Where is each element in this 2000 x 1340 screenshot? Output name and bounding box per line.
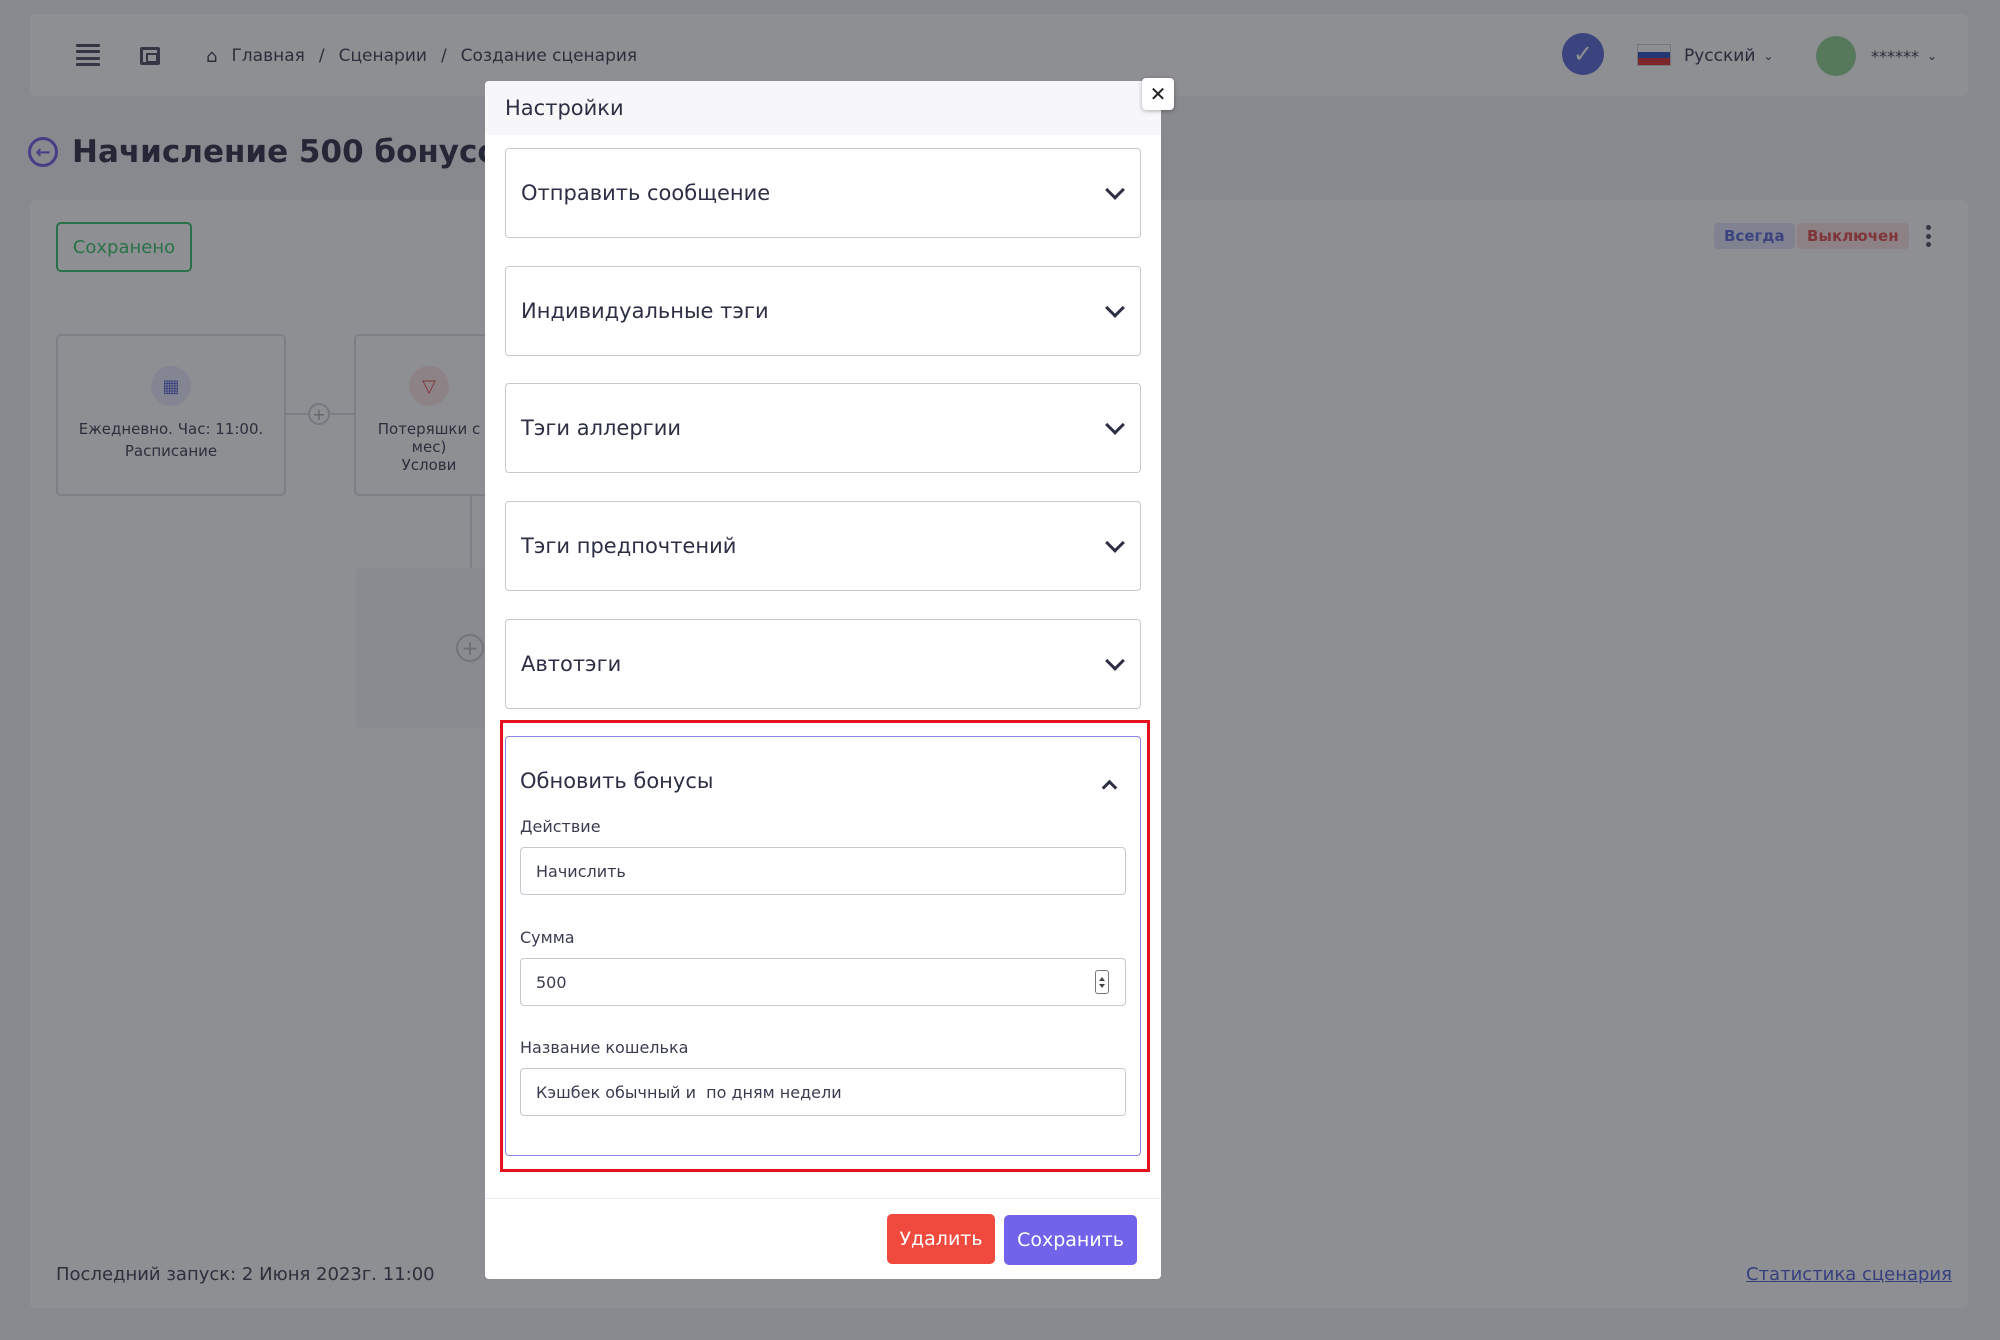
modal-footer-divider xyxy=(485,1198,1161,1199)
wallet-name-value: Кэшбек обычный и по дням недели xyxy=(536,1082,842,1102)
action-label: Действие xyxy=(520,817,601,836)
accordion-update-bonuses-title[interactable]: Обновить бонусы xyxy=(520,769,713,793)
wallet-name-label: Название кошелька xyxy=(520,1038,689,1057)
chevron-down-icon xyxy=(1105,180,1125,200)
wallet-name-select[interactable]: Кэшбек обычный и по дням недели xyxy=(520,1068,1126,1116)
action-select[interactable]: Начислить xyxy=(520,847,1126,895)
save-button[interactable]: Сохранить xyxy=(1004,1215,1137,1265)
amount-label: Сумма xyxy=(520,928,575,947)
accordion-label: Тэги аллергии xyxy=(521,416,682,440)
action-value: Начислить xyxy=(536,861,626,881)
number-stepper-icon[interactable] xyxy=(1095,970,1109,994)
accordion-label: Индивидуальные тэги xyxy=(521,299,769,323)
accordion-send-message[interactable]: Отправить сообщение xyxy=(505,148,1141,238)
chevron-down-icon xyxy=(1105,298,1125,318)
accordion-preference-tags[interactable]: Тэги предпочтений xyxy=(505,501,1141,591)
chevron-down-icon xyxy=(1105,415,1125,435)
modal-title: Настройки xyxy=(505,96,624,120)
accordion-individual-tags[interactable]: Индивидуальные тэги xyxy=(505,266,1141,356)
accordion-auto-tags[interactable]: Автотэги xyxy=(505,619,1141,709)
amount-value: 500 xyxy=(536,972,567,992)
accordion-label: Отправить сообщение xyxy=(521,181,771,205)
accordion-label: Тэги предпочтений xyxy=(521,534,737,558)
accordion-allergy-tags[interactable]: Тэги аллергии xyxy=(505,383,1141,473)
delete-button[interactable]: Удалить xyxy=(887,1214,995,1264)
amount-input[interactable]: 500 xyxy=(520,958,1126,1006)
chevron-down-icon xyxy=(1105,651,1125,671)
chevron-down-icon xyxy=(1105,533,1125,553)
accordion-label: Автотэги xyxy=(521,652,622,676)
close-icon[interactable]: ✕ xyxy=(1142,78,1174,110)
